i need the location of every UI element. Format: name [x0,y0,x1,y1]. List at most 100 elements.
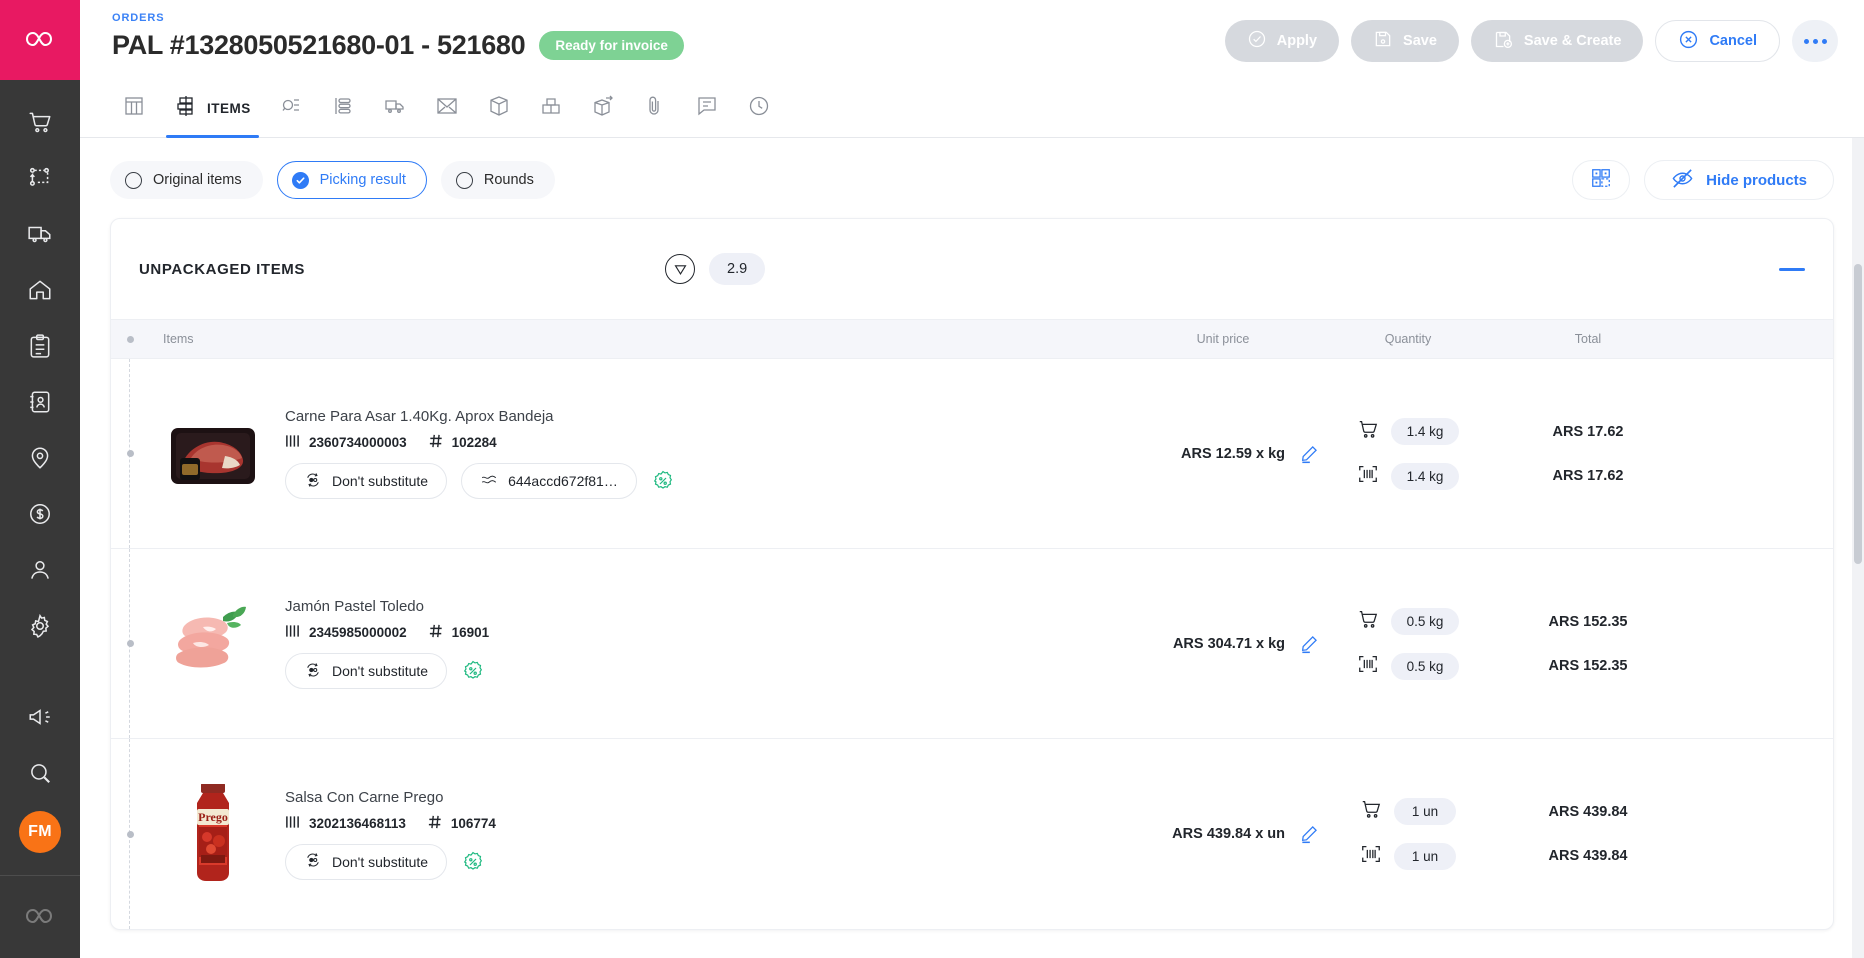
sidebar-item-home[interactable] [0,262,80,318]
sidebar-item-announcements[interactable] [0,689,80,745]
tab-delivery[interactable] [369,80,421,137]
tab-pallets[interactable] [525,80,577,137]
product-sku: 16901 [429,624,490,641]
filter-picking-result[interactable]: Picking result [277,161,427,199]
unit-price-cell: ARS 439.84 x un [1123,739,1323,929]
dont-substitute-tag[interactable]: Don't substitute [285,844,447,880]
product-sku-value: 106774 [451,816,496,831]
save-plus-icon [1493,29,1514,54]
app-logo[interactable] [0,0,80,80]
tab-comments[interactable] [681,80,733,137]
table-row[interactable]: Jamón Pastel Toledo 2345985000002 16901 [111,549,1833,739]
barcode-icon [285,815,300,832]
ordered-quantity-value: 1 un [1394,798,1456,825]
filter-original-items[interactable]: Original items [110,161,263,199]
sidebar-footer-logo[interactable] [0,876,80,958]
more-options-button[interactable] [1792,20,1838,62]
sidebar-item-search[interactable] [0,745,80,801]
discount-badge [651,469,675,493]
tab-lines[interactable] [317,80,369,137]
product-info: Salsa Con Carne Prego 3202136468113 1067… [285,789,496,880]
weight-triangle-icon [665,254,695,284]
section-weight-badge: 2.9 [709,253,765,285]
save-button[interactable]: Save [1351,20,1459,62]
save-and-create-button[interactable]: Save & Create [1471,20,1644,62]
unpackaged-items-card: UNPACKAGED ITEMS 2.9 Items Unit price Qu… [110,218,1834,930]
tab-mail[interactable] [421,80,473,137]
sidebar-item-routes[interactable] [0,150,80,206]
product-meta: 2360734000003 102284 [285,434,675,451]
cancel-label: Cancel [1709,33,1757,49]
sidebar-item-finance[interactable] [0,486,80,542]
cancel-button[interactable]: Cancel [1655,20,1780,62]
dont-substitute-tag[interactable]: Don't substitute [285,463,447,499]
table-row[interactable]: Prego Salsa Con Carne Prego [111,739,1833,929]
scrollbar-thumb[interactable] [1854,264,1862,564]
ordered-quantity: 1.4 kg [1357,418,1460,445]
ordered-total-value: ARS 439.84 [1549,804,1628,820]
comment-icon [695,94,719,123]
tab-history[interactable] [733,80,785,137]
product-sku-value: 16901 [452,625,490,640]
product-tags: Don't substitute 644accd672f81… [285,463,675,499]
collapse-section-button[interactable] [1779,268,1805,271]
row-pad [1683,549,1833,738]
picked-total-value: ARS 152.35 [1549,658,1628,674]
wave-icon [480,473,498,490]
tab-overview[interactable] [108,80,160,137]
filter-bar: Original items Picking result Rounds [80,138,1864,216]
quantity-cell: 1 un 1 un [1323,739,1493,929]
filter-rounds[interactable]: Rounds [441,161,555,199]
barcode-icon [285,434,300,451]
dont-substitute-label: Don't substitute [332,854,428,870]
sidebar-item-users[interactable] [0,542,80,598]
product-name: Salsa Con Carne Prego [285,789,496,806]
apply-button[interactable]: Apply [1225,20,1339,62]
product-tags: Don't substitute [285,844,496,880]
radio-icon [456,172,473,189]
sidebar-item-locations[interactable] [0,430,80,486]
sidebar-item-tasks[interactable] [0,318,80,374]
qr-code-button[interactable] [1572,160,1630,200]
hide-products-button[interactable]: Hide products [1644,160,1834,200]
avatar[interactable]: FM [19,811,61,853]
vertical-scrollbar[interactable] [1852,138,1864,958]
breadcrumb[interactable]: ORDERS [112,12,684,24]
table-row[interactable]: Carne Para Asar 1.40Kg. Aprox Bandeja 23… [111,359,1833,549]
reference-tag[interactable]: 644accd672f81… [461,463,637,499]
ordered-quantity-value: 1.4 kg [1391,418,1460,445]
product-name: Carne Para Asar 1.40Kg. Aprox Bandeja [285,408,675,425]
edit-price-button[interactable] [1299,444,1319,464]
quantity-cell: 1.4 kg 1.4 kg [1323,359,1493,548]
tab-picking[interactable] [265,80,317,137]
list-lines-icon [331,94,355,123]
product-meta: 2345985000002 16901 [285,624,489,641]
dont-substitute-tag[interactable]: Don't substitute [285,653,447,689]
row-product-cell: Jamón Pastel Toledo 2345985000002 16901 [149,549,1123,738]
layers-icon [174,94,198,123]
product-image: Prego [163,784,263,884]
hash-icon [429,624,443,641]
column-header-quantity: Quantity [1323,332,1493,346]
apply-label: Apply [1277,33,1317,49]
sidebar-item-settings[interactable] [0,598,80,654]
product-sku: 106774 [428,815,496,832]
sidebar-item-fleet[interactable] [0,206,80,262]
edit-price-button[interactable] [1299,824,1319,844]
product-barcode: 2345985000002 [285,624,407,641]
edit-price-button[interactable] [1299,634,1319,654]
sidebar-item-contacts[interactable] [0,374,80,430]
save-icon [1373,29,1393,53]
shopping-cart-icon [1357,418,1379,445]
tab-items[interactable]: ITEMS [160,80,265,137]
product-barcode-value: 2345985000002 [309,625,407,640]
row-pad [1683,359,1833,548]
more-dot-icon [1822,39,1827,44]
product-info: Jamón Pastel Toledo 2345985000002 16901 [285,598,489,689]
sidebar-item-cart[interactable] [0,94,80,150]
tab-packages[interactable] [473,80,525,137]
qr-code-icon [1590,167,1612,194]
tab-shipments[interactable] [577,80,629,137]
product-image [163,404,263,504]
tab-attachments[interactable] [629,80,681,137]
